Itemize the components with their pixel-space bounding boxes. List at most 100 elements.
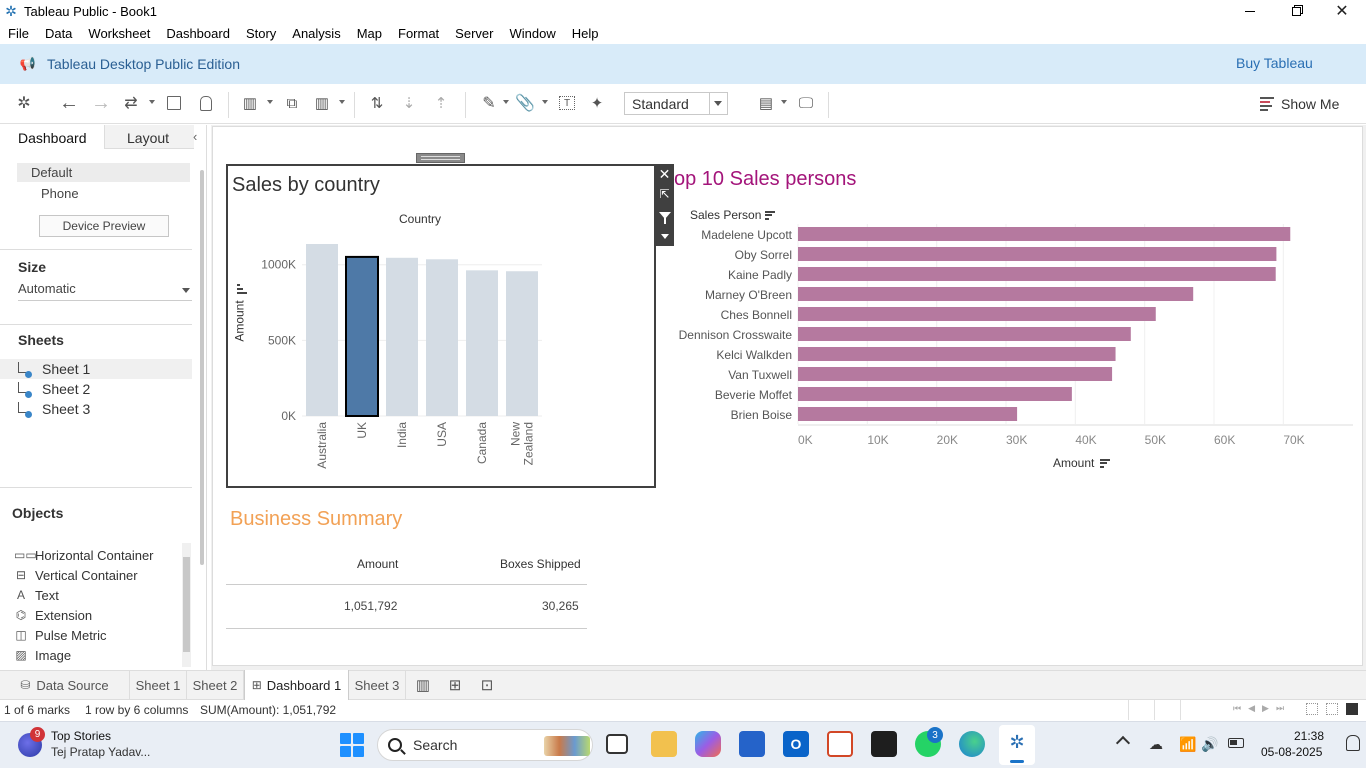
object-extension[interactable]: ⌬ Extension [14,606,92,624]
close-button[interactable]: ✕ [1328,0,1356,22]
sidebar-scrollbar[interactable] [200,170,204,565]
duplicate-icon[interactable]: ⧉ [281,92,303,114]
fit-select[interactable]: Standard [624,92,728,115]
device-phone[interactable]: Phone [41,186,79,201]
show-cards-dropdown-icon[interactable] [781,100,787,104]
first-sheet-icon[interactable]: ⏮ [1233,703,1241,714]
clock-time[interactable]: 21:38 [1294,729,1324,743]
group-dropdown-icon[interactable] [542,100,548,104]
new-worksheet-icon[interactable]: ▥ [412,675,434,695]
bar-marney-o-breen[interactable] [798,287,1194,301]
bar-usa[interactable] [426,259,458,416]
new-worksheet-dropdown-icon[interactable] [267,100,273,104]
objects-scrollbar-thumb[interactable] [183,557,190,652]
presentation-mode-icon[interactable]: 🖵 [795,92,817,114]
bar-kaine-padly[interactable] [798,267,1276,281]
object-pulse-metric[interactable]: ◫ Pulse Metric [14,626,106,644]
tab-sheet-2[interactable]: Sheet 2 [187,671,244,699]
highlight-dropdown-icon[interactable] [503,100,509,104]
device-preview-button[interactable]: Device Preview [39,215,169,237]
clear-dropdown-icon[interactable] [339,100,345,104]
menu-help[interactable]: Help [572,26,599,42]
tableau-home-icon[interactable]: ✲ [13,92,35,114]
object-vertical-container[interactable]: ⊟ Vertical Container [14,566,138,584]
next-sheet-icon[interactable]: ▶ [1262,703,1269,714]
menu-worksheet[interactable]: Worksheet [88,26,150,42]
bar-van-tuxwell[interactable] [798,367,1113,381]
figma-icon[interactable] [871,731,897,757]
size-select[interactable]: Automatic [18,281,192,301]
menu-analysis[interactable]: Analysis [292,26,340,42]
file-explorer-icon[interactable] [651,731,677,757]
bar-ches-bonnell[interactable] [798,307,1156,321]
object-text[interactable]: A Text [14,586,59,604]
menu-story[interactable]: Story [246,26,276,42]
new-datasource-icon[interactable] [195,92,217,114]
collapse-sidebar-icon[interactable]: ‹ [193,129,205,145]
redo-icon[interactable]: → [90,92,112,114]
bar-brien-boise[interactable] [798,407,1018,421]
sheet-item-2[interactable]: Sheet 2 [18,380,90,398]
undo-icon[interactable]: ← [58,92,80,114]
bar-india[interactable] [386,257,418,416]
clock-date[interactable]: 05-08-2025 [1261,745,1322,759]
show-sheet-sorter-icon[interactable] [1306,703,1318,715]
object-horizontal-container[interactable]: ▭▭ Horizontal Container [14,546,154,564]
wifi-icon[interactable]: 📶 [1178,734,1198,754]
device-default[interactable]: Default [17,163,190,182]
bar-kelci-walkden[interactable] [798,347,1116,361]
new-worksheet-icon[interactable]: ▥ [239,92,261,114]
show-me-button[interactable]: Show Me [1260,94,1339,114]
buy-tableau-link[interactable]: Buy Tableau [1236,55,1313,71]
sort-icon[interactable] [765,210,776,220]
swap-rows-columns-icon[interactable]: ⇅ [366,92,388,114]
bar-madelene-upcott[interactable] [798,227,1291,241]
tab-sheet-1[interactable]: Sheet 1 [130,671,187,699]
bar-oby-sorrel[interactable] [798,247,1277,261]
objects-scrollbar[interactable] [182,543,191,667]
menu-format[interactable]: Format [398,26,439,42]
menu-window[interactable]: Window [509,26,555,42]
battery-icon[interactable] [1228,738,1244,748]
show-cards-icon[interactable]: ▤ [755,92,777,114]
new-story-icon[interactable]: ⊡ [476,675,498,695]
copilot-icon[interactable] [695,731,721,757]
swap-dropdown-icon[interactable] [149,100,155,104]
bar-uk[interactable] [345,255,379,417]
menu-server[interactable]: Server [455,26,493,42]
sheet-item-1[interactable]: Sheet 1 [18,360,90,378]
sort-icon[interactable] [1100,458,1111,468]
volume-icon[interactable]: 🔊 [1200,734,1220,754]
taskbar-search[interactable]: Search [377,729,593,761]
restore-button[interactable] [1282,0,1310,22]
highlight-icon[interactable]: ✎ [478,92,500,114]
menu-map[interactable]: Map [357,26,382,42]
go-to-sheet-icon[interactable]: ⇱ [655,185,674,203]
remove-zone-icon[interactable]: ✕ [655,165,674,183]
microsoft-store-icon[interactable] [739,731,765,757]
start-button[interactable] [340,733,364,757]
clear-sheet-icon[interactable]: ▥ [311,92,333,114]
sort-descending-icon[interactable]: ⇡ [430,92,452,114]
show-tabs-icon[interactable] [1346,703,1358,715]
show-filmstrip-icon[interactable] [1326,703,1338,715]
menu-dashboard[interactable]: Dashboard [166,26,230,42]
menu-file[interactable]: File [8,26,29,42]
office-icon[interactable] [827,731,853,757]
bar-dennison-crosswaite[interactable] [798,327,1131,341]
sheet-item-3[interactable]: Sheet 3 [18,400,90,418]
bar-canada[interactable] [466,270,498,416]
news-widget[interactable]: 9 Top Stories Tej Pratap Yadav... [14,727,164,763]
edge-icon[interactable] [959,731,985,757]
menu-data[interactable]: Data [45,26,72,42]
swap-icon[interactable]: ⇄ [120,92,142,114]
onedrive-icon[interactable]: ☁ [1146,734,1166,754]
tab-data-source[interactable]: ⛁ Data Source [0,671,130,699]
task-view-icon[interactable] [606,734,628,754]
tab-dashboard[interactable]: Dashboard [0,125,104,150]
sort-ascending-icon[interactable]: ⇣ [398,92,420,114]
object-image[interactable]: ▨ Image [14,646,71,664]
fix-axes-icon[interactable]: ✦ [586,92,608,114]
sales-by-country-zone[interactable]: Sales by country Country Amount 0K 500K 10… [226,164,656,488]
previous-sheet-icon[interactable]: ◀ [1248,703,1255,714]
